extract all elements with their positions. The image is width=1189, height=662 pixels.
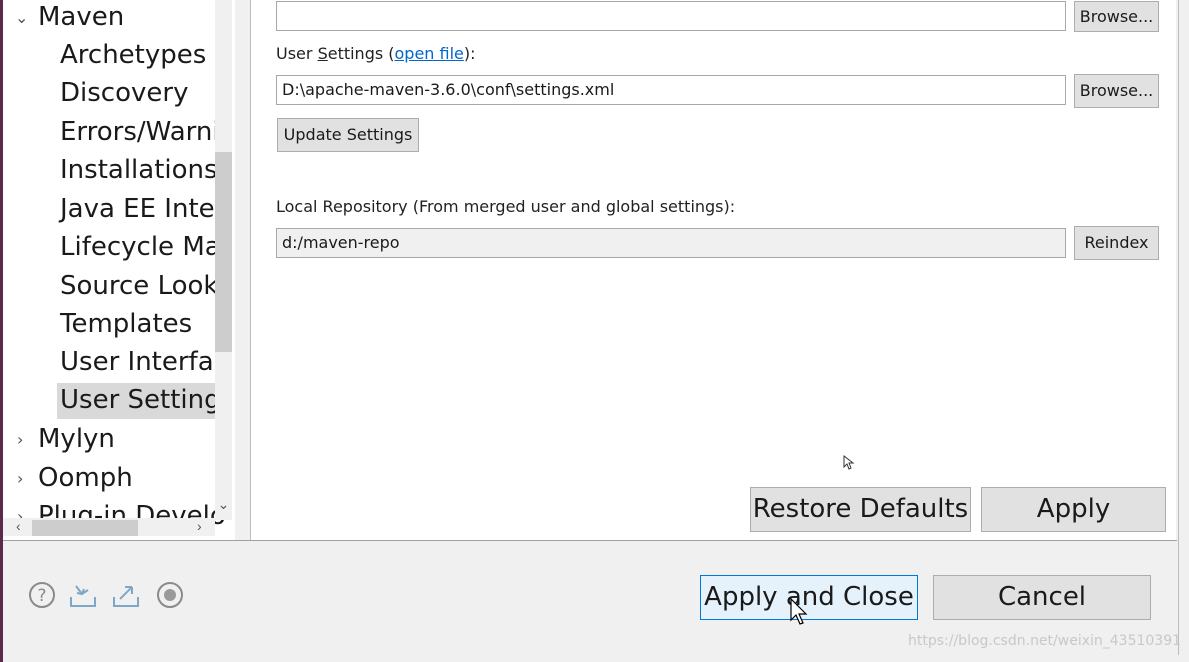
restore-defaults-button[interactable]: Restore Defaults bbox=[750, 487, 971, 532]
local-repository-field[interactable]: d:/maven-repo bbox=[276, 228, 1066, 258]
tree-item-maven[interactable]: Maven bbox=[38, 0, 124, 36]
reindex-button[interactable]: Reindex bbox=[1074, 226, 1159, 260]
user-settings-field[interactable]: D:\apache-maven-3.6.0\conf\settings.xml bbox=[276, 75, 1066, 105]
chevron-down-icon[interactable]: ⌄ bbox=[15, 8, 28, 27]
local-repository-label: Local Repository (From merged user and g… bbox=[276, 197, 736, 216]
tree-item-discovery[interactable]: Discovery bbox=[60, 76, 188, 112]
global-settings-field[interactable] bbox=[276, 1, 1066, 31]
user-settings-label-mnemonic: S bbox=[317, 44, 328, 63]
tree-horizontal-scroll-thumb[interactable] bbox=[32, 520, 138, 536]
tree-item-installations[interactable]: Installations bbox=[60, 153, 218, 189]
export-icon[interactable] bbox=[111, 580, 141, 610]
apply-button[interactable]: Apply bbox=[981, 487, 1166, 532]
update-settings-button[interactable]: Update Settings bbox=[277, 118, 419, 152]
import-icon[interactable] bbox=[68, 580, 98, 610]
browse-global-settings-button[interactable]: Browse... bbox=[1074, 1, 1159, 32]
preferences-tree[interactable]: ⌄ Maven Archetypes Discovery Errors/Warn… bbox=[3, 0, 235, 540]
footer-separator bbox=[3, 540, 1177, 541]
scroll-left-arrow-icon[interactable]: ‹ bbox=[16, 518, 21, 534]
svg-text:?: ? bbox=[37, 586, 46, 606]
watermark-text: https://blog.csdn.net/weixin_43510391 bbox=[908, 633, 1182, 649]
scroll-down-arrow-icon[interactable]: ⌄ bbox=[215, 496, 232, 514]
tree-item-archetypes[interactable]: Archetypes bbox=[60, 38, 206, 74]
tree-item-mylyn[interactable]: Mylyn bbox=[38, 422, 115, 458]
mouse-pointer-icon bbox=[843, 455, 855, 470]
tree-item-errors-warnings[interactable]: Errors/Warni bbox=[60, 115, 220, 151]
scroll-right-arrow-icon[interactable]: › bbox=[197, 518, 202, 534]
help-icon[interactable]: ? bbox=[27, 580, 57, 610]
chevron-right-icon[interactable]: › bbox=[17, 430, 23, 449]
record-icon[interactable] bbox=[155, 580, 185, 610]
tree-item-user-settings[interactable]: User Setting bbox=[57, 383, 225, 419]
chevron-right-icon[interactable]: › bbox=[17, 469, 23, 488]
user-settings-label: User Settings (open file): bbox=[276, 44, 476, 63]
browse-user-settings-button[interactable]: Browse... bbox=[1074, 74, 1159, 108]
tree-item-oomph[interactable]: Oomph bbox=[38, 461, 133, 497]
tree-item-lifecycle-mappings[interactable]: Lifecycle Ma bbox=[60, 230, 221, 266]
tree-item-user-interface[interactable]: User Interfac bbox=[60, 345, 228, 381]
user-settings-label-rest: ettings ( bbox=[327, 44, 395, 63]
mouse-pointer-icon bbox=[790, 598, 808, 625]
open-file-link[interactable]: open file bbox=[395, 44, 464, 63]
tree-item-templates[interactable]: Templates bbox=[60, 307, 192, 343]
cancel-button[interactable]: Cancel bbox=[933, 575, 1151, 620]
tree-vertical-scroll-thumb[interactable] bbox=[215, 152, 232, 352]
user-settings-label-prefix: User bbox=[276, 44, 318, 63]
user-settings-label-suffix: ): bbox=[463, 44, 476, 63]
tree-item-java-ee-integration[interactable]: Java EE Integ bbox=[60, 192, 231, 228]
tree-item-source-lookup[interactable]: Source Look bbox=[60, 269, 218, 305]
splitter[interactable] bbox=[235, 0, 251, 540]
